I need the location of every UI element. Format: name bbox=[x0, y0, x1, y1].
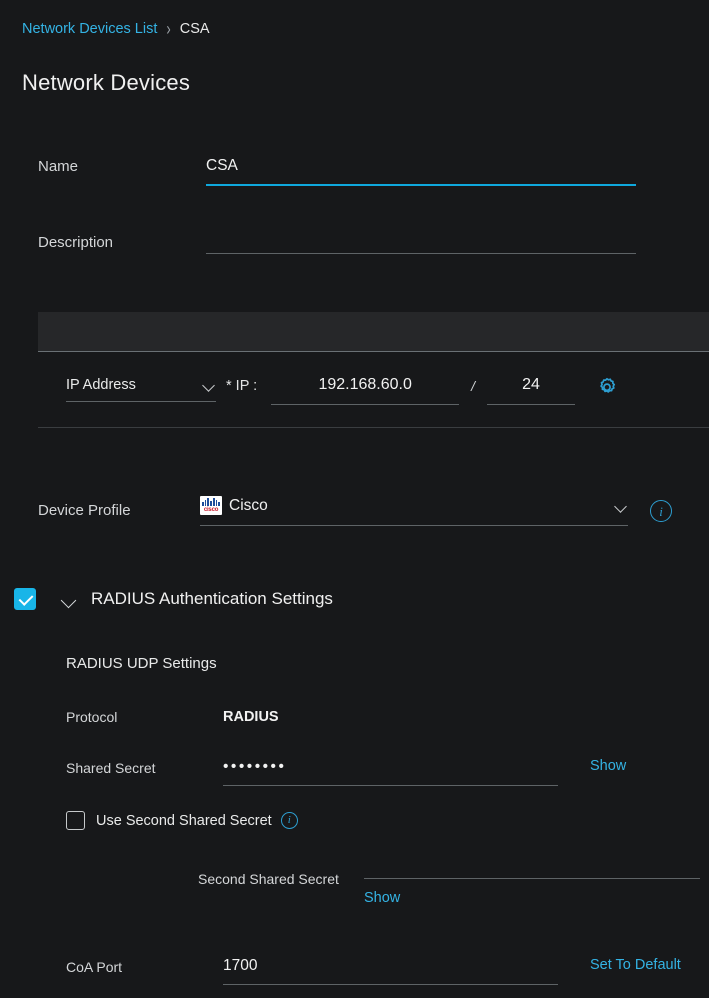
radius-auth-settings-title: RADIUS Authentication Settings bbox=[91, 589, 333, 608]
chevron-down-icon bbox=[203, 381, 216, 389]
breadcrumb-link-network-devices-list[interactable]: Network Devices List bbox=[22, 18, 157, 40]
device-profile-label: Device Profile bbox=[38, 502, 131, 519]
use-second-shared-secret-label: Use Second Shared Secret bbox=[96, 812, 272, 829]
second-shared-secret-underline bbox=[364, 878, 700, 879]
ip-address-table: IP Address * IP : 192.168.60.0 / 24 bbox=[38, 312, 709, 428]
radius-auth-settings-checkbox[interactable] bbox=[14, 588, 36, 610]
shared-secret-underline bbox=[223, 785, 558, 786]
subnet-mask-input-underline bbox=[487, 404, 576, 405]
chevron-down-icon bbox=[615, 502, 628, 510]
subnet-mask-input-value: 24 bbox=[522, 376, 540, 393]
ip-required-label: * IP : bbox=[226, 377, 258, 394]
protocol-label: Protocol bbox=[66, 709, 118, 725]
ip-type-select-underline bbox=[66, 401, 216, 402]
chevron-right-icon: › bbox=[166, 17, 171, 40]
coa-port-row: CoA Port 1700 Set To Default bbox=[66, 955, 706, 985]
coa-port-set-to-default-button[interactable]: Set To Default bbox=[590, 955, 681, 973]
breadcrumb: Network Devices List › CSA bbox=[22, 17, 210, 40]
info-icon[interactable]: i bbox=[650, 500, 672, 522]
radius-udp-settings-subtitle: RADIUS UDP Settings bbox=[66, 655, 217, 672]
description-row: Description bbox=[38, 231, 678, 254]
radius-auth-settings-header: RADIUS Authentication Settings bbox=[14, 588, 333, 610]
name-input-underline bbox=[206, 184, 636, 186]
second-shared-secret-row: Second Shared Secret Show bbox=[198, 870, 708, 906]
second-shared-secret-show-button[interactable]: Show bbox=[364, 890, 700, 906]
shared-secret-show-button[interactable]: Show bbox=[590, 756, 626, 774]
coa-port-underline bbox=[223, 984, 558, 985]
ip-slash-separator: / bbox=[471, 377, 476, 394]
protocol-value: RADIUS bbox=[223, 709, 279, 725]
coa-port-input[interactable]: 1700 bbox=[223, 955, 558, 985]
device-profile-value: Cisco bbox=[229, 496, 268, 514]
ip-type-select-value: IP Address bbox=[66, 377, 136, 393]
device-profile-underline bbox=[200, 525, 628, 526]
breadcrumb-current-csa: CSA bbox=[179, 21, 210, 37]
ip-address-input-value: 192.168.60.0 bbox=[318, 376, 412, 393]
name-label: Name bbox=[38, 158, 79, 175]
shared-secret-input[interactable]: •••••••• bbox=[223, 756, 558, 786]
use-second-shared-secret-checkbox[interactable] bbox=[66, 811, 85, 830]
page-title: Network Devices bbox=[22, 70, 191, 95]
shared-secret-input-value: •••••••• bbox=[223, 758, 287, 775]
cisco-logo-text: cisco bbox=[203, 507, 219, 513]
description-input-value bbox=[206, 231, 636, 253]
description-input-underline bbox=[206, 253, 636, 254]
ip-table-header bbox=[38, 312, 709, 352]
chevron-down-icon[interactable] bbox=[62, 595, 77, 604]
second-shared-secret-label: Second Shared Secret bbox=[198, 871, 339, 887]
second-shared-secret-input[interactable] bbox=[364, 870, 700, 879]
table-row: IP Address * IP : 192.168.60.0 / 24 bbox=[38, 352, 709, 428]
name-row: Name CSA bbox=[38, 155, 678, 186]
ip-type-select[interactable]: IP Address bbox=[66, 377, 216, 402]
use-second-shared-secret-row: Use Second Shared Secret i bbox=[66, 811, 298, 830]
subnet-mask-input[interactable]: 24 bbox=[487, 374, 576, 405]
ip-address-input-underline bbox=[271, 404, 460, 405]
coa-port-input-value: 1700 bbox=[223, 957, 258, 974]
shared-secret-row: Shared Secret •••••••• Show bbox=[66, 756, 706, 786]
name-input[interactable]: CSA bbox=[206, 155, 636, 186]
device-profile-select[interactable]: cisco Cisco bbox=[200, 496, 628, 526]
protocol-row: Protocol RADIUS bbox=[66, 707, 686, 727]
shared-secret-label: Shared Secret bbox=[66, 760, 156, 776]
device-profile-row: Device Profile cisco Cisco i bbox=[38, 496, 698, 526]
ip-address-input[interactable]: 192.168.60.0 bbox=[271, 374, 460, 405]
description-label: Description bbox=[38, 234, 114, 251]
description-input[interactable] bbox=[206, 231, 636, 254]
gear-icon[interactable] bbox=[595, 375, 619, 399]
name-input-value: CSA bbox=[206, 157, 238, 174]
coa-port-label: CoA Port bbox=[66, 959, 123, 975]
second-shared-secret-input-value bbox=[364, 870, 700, 878]
cisco-logo-icon: cisco bbox=[200, 496, 222, 515]
info-icon[interactable]: i bbox=[280, 812, 298, 829]
